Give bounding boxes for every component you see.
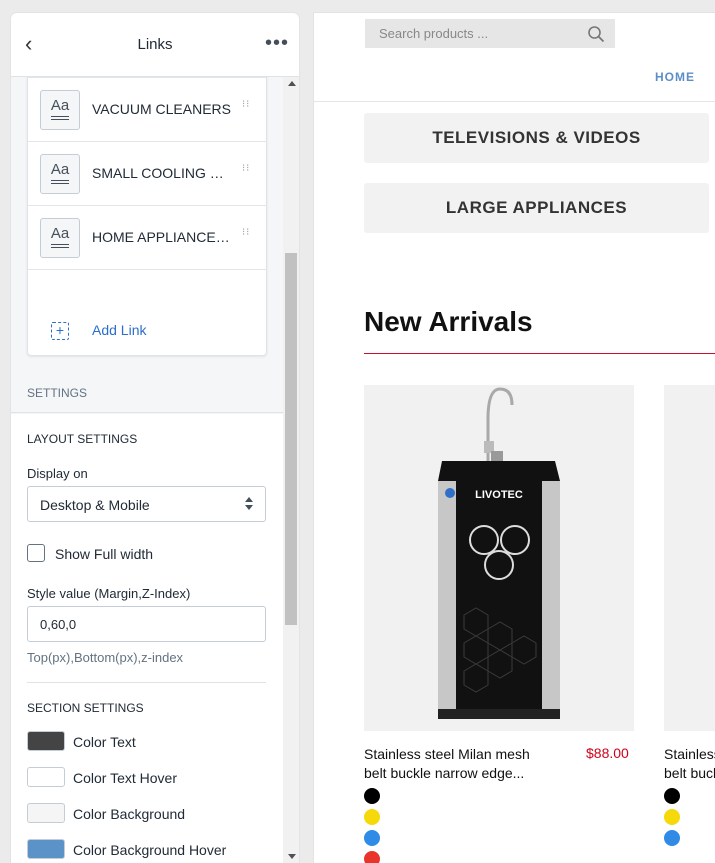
panel-header: ‹ Links ••• [11, 13, 299, 77]
water-purifier-image: LIVOTEC [438, 387, 560, 719]
color-background-hover-swatch[interactable] [27, 839, 65, 859]
color-swatch-black[interactable] [664, 788, 680, 804]
storefront-preview: Search products ... HOME TELEVISIONS & V… [314, 13, 715, 863]
scroll-down-arrow-icon[interactable] [288, 854, 296, 859]
product-image[interactable] [664, 385, 715, 731]
color-swatch-yellow[interactable] [664, 809, 680, 825]
show-full-width-label: Show Full width [55, 546, 154, 562]
link-label: SMALL COOLING & ... [92, 165, 232, 181]
color-text-label: Color Text [73, 734, 136, 750]
category-button[interactable]: TELEVISIONS & VIDEOS [364, 113, 709, 163]
add-link-button[interactable]: + Add Link [28, 306, 266, 356]
link-label: HOME APPLIANCES ... [92, 229, 232, 245]
settings-heading-bar: SETTINGS [11, 367, 283, 413]
text-format-icon: Aa [40, 218, 80, 258]
panel-title: Links [137, 36, 173, 53]
color-options [364, 788, 386, 863]
panel-scrollbar[interactable] [283, 77, 299, 863]
nav-divider [314, 101, 715, 102]
text-format-icon: Aa [40, 90, 80, 130]
drag-handle-icon[interactable]: ⁝⁝ [242, 100, 250, 115]
product-image[interactable]: LIVOTEC [364, 385, 634, 731]
more-horizontal-icon[interactable]: ••• [265, 33, 288, 53]
color-swatch-yellow[interactable] [364, 809, 380, 825]
search-icon[interactable] [587, 25, 605, 43]
search-bar[interactable]: Search products ... [365, 19, 615, 48]
link-label: VACUUM CLEANERS [92, 101, 231, 117]
display-on-select[interactable]: Desktop & Mobile [27, 486, 266, 522]
section-title: New Arrivals [364, 306, 533, 337]
panel-scroll-area: Aa VACUUM CLEANERS ⁝⁝ Aa SMALL COOLING &… [11, 77, 283, 863]
scroll-up-arrow-icon[interactable] [288, 81, 296, 86]
drag-handle-icon[interactable]: ⁝⁝ [242, 164, 250, 179]
color-swatch-blue[interactable] [364, 830, 380, 846]
settings-heading: SETTINGS [27, 386, 88, 400]
color-options [664, 788, 686, 846]
layout-settings-heading: LAYOUT SETTINGS [27, 432, 138, 446]
style-value-label: Style value (Margin,Z-Index) [27, 586, 191, 601]
select-arrows-icon [245, 497, 253, 513]
scrollbar-thumb[interactable] [285, 253, 297, 625]
style-value-text: 0,60,0 [40, 617, 77, 632]
color-text-hover-label: Color Text Hover [73, 770, 178, 786]
search-input[interactable]: Search products ... [379, 26, 488, 41]
list-item[interactable]: Aa VACUUM CLEANERS ⁝⁝ [28, 78, 266, 142]
add-link-label: Add Link [92, 322, 147, 338]
divider [27, 682, 266, 683]
nav-home-link[interactable]: HOME [655, 70, 695, 84]
color-background-hover-label: Color Background Hover [73, 842, 227, 858]
display-on-label: Display on [27, 466, 88, 481]
section-title-underline [364, 353, 715, 354]
add-block-icon: + [51, 322, 69, 340]
brand-label: LIVOTEC [475, 489, 523, 501]
section-settings-heading: SECTION SETTINGS [27, 701, 144, 715]
style-value-input[interactable]: 0,60,0 [27, 606, 266, 642]
category-button[interactable]: LARGE APPLIANCES [364, 183, 709, 233]
show-full-width-checkbox[interactable] [27, 544, 45, 562]
text-format-icon: Aa [40, 154, 80, 194]
color-text-swatch[interactable] [27, 731, 65, 751]
color-background-label: Color Background [73, 806, 186, 822]
settings-body: LAYOUT SETTINGS Display on Desktop & Mob… [11, 414, 283, 863]
display-on-value: Desktop & Mobile [40, 497, 150, 513]
color-swatch-blue[interactable] [664, 830, 680, 846]
editor-panel: ‹ Links ••• Aa VACUUM CLEANERS ⁝⁝ Aa SMA [11, 13, 299, 863]
product-price: $88.00 [586, 745, 629, 761]
color-text-hover-swatch[interactable] [27, 767, 65, 787]
product-name[interactable]: Stainless steel Milan mesh belt buckle n… [364, 745, 534, 783]
links-list: Aa VACUUM CLEANERS ⁝⁝ Aa SMALL COOLING &… [27, 77, 267, 356]
color-swatch-red[interactable] [364, 851, 380, 863]
product-name[interactable]: Stainless steel Milan mesh belt buckle n… [664, 745, 715, 783]
color-swatch-black[interactable] [364, 788, 380, 804]
style-value-help: Top(px),Bottom(px),z-index [27, 650, 184, 665]
drag-handle-icon[interactable]: ⁝⁝ [242, 228, 250, 243]
list-item[interactable]: Aa HOME APPLIANCES ... ⁝⁝ [28, 206, 266, 270]
theme-editor: ‹ Links ••• Aa VACUUM CLEANERS ⁝⁝ Aa SMA [0, 0, 715, 863]
color-background-swatch[interactable] [27, 803, 65, 823]
list-item[interactable]: Aa SMALL COOLING & ... ⁝⁝ [28, 142, 266, 206]
